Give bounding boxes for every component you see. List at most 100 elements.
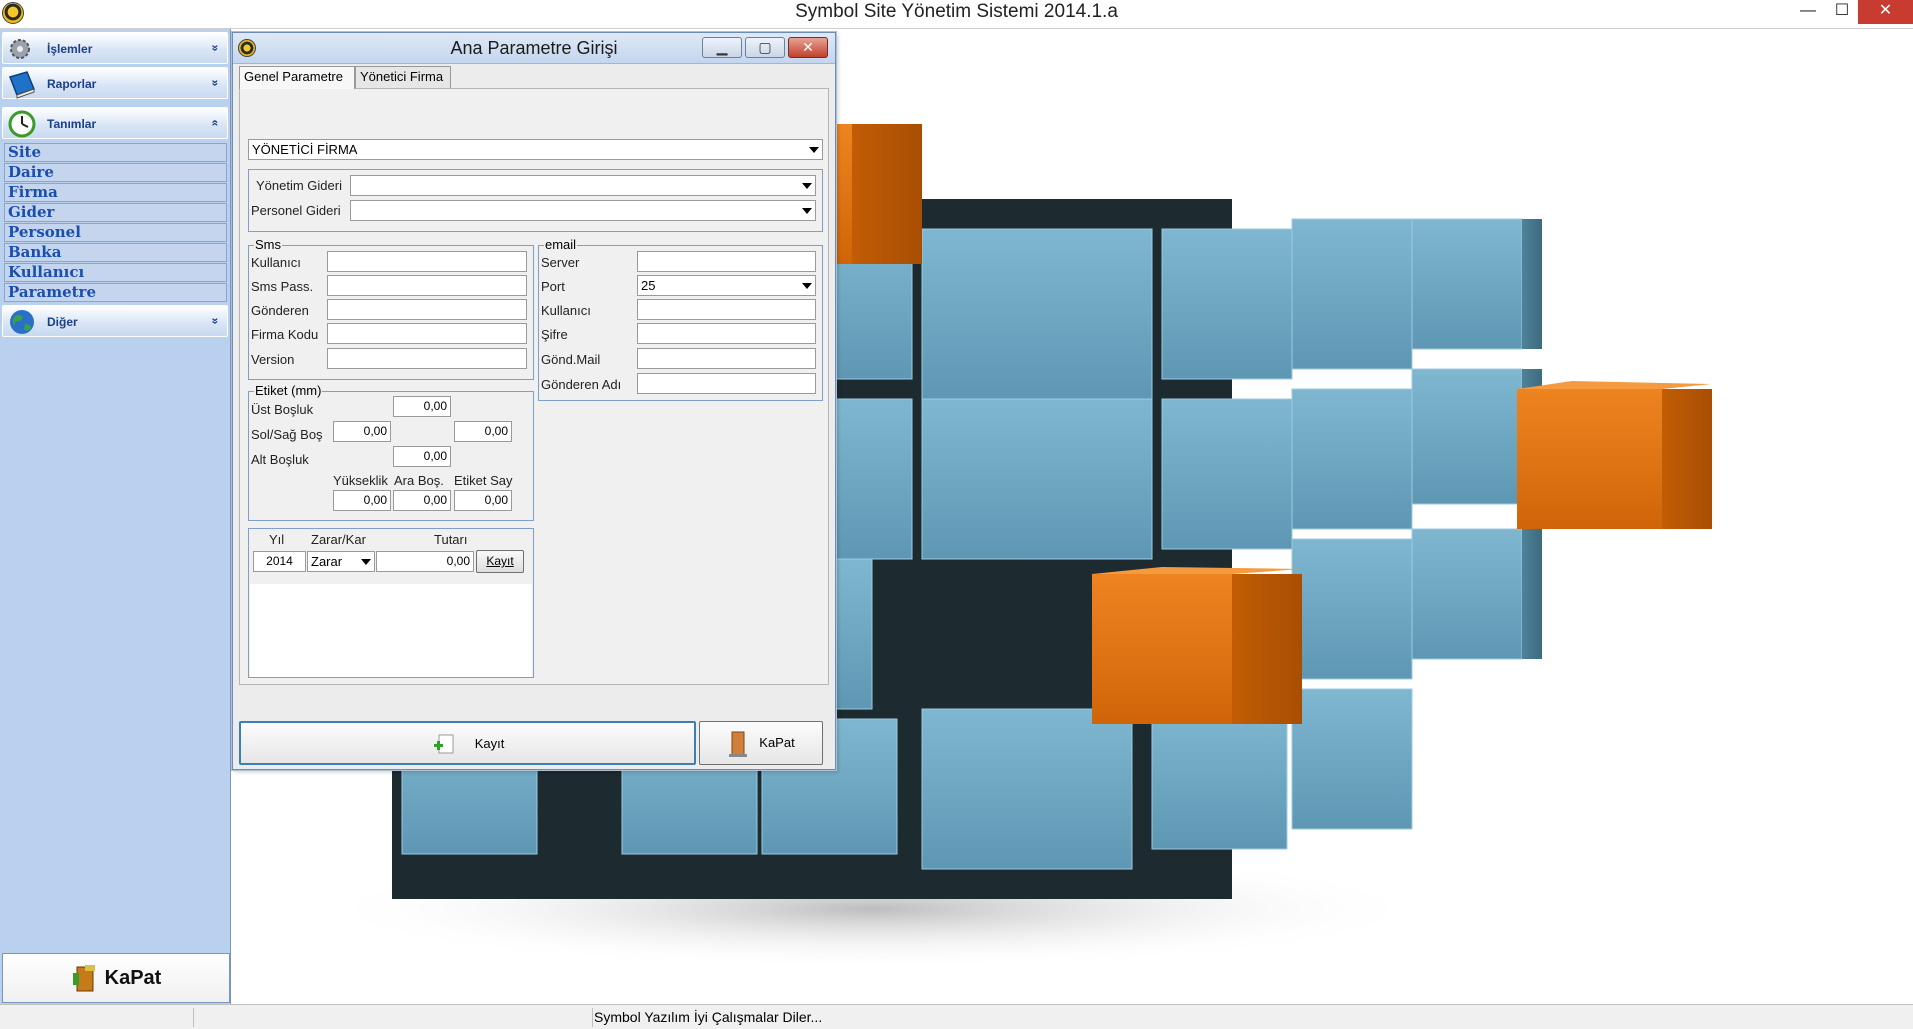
sms-group-title: Sms	[254, 237, 282, 252]
ust-bosluk-input[interactable]: 0,00	[393, 396, 451, 417]
personel-gideri-combo[interactable]	[350, 200, 816, 221]
firma-combo-value: YÖNETİCİ FİRMA	[252, 142, 358, 157]
sms-gonderen-input[interactable]	[327, 299, 527, 320]
email-server-label: Server	[541, 255, 580, 270]
yil-input[interactable]: 2014	[253, 551, 306, 572]
yil-label: Yıl	[269, 532, 285, 547]
maximize-button[interactable]: ☐	[1822, 0, 1862, 24]
zarar-kar-label: Zarar/Kar	[311, 532, 366, 547]
tab-page-genel: YÖNETİCİ FİRMA Yönetim Gideri Personel G…	[239, 88, 829, 685]
email-gonderen-adi-input[interactable]	[637, 373, 816, 394]
sidebar-item-gider[interactable]: Gider	[4, 203, 227, 222]
sidebar-group-label: Raporlar	[47, 77, 97, 91]
ust-bosluk-label: Üst Boşluk	[251, 402, 314, 417]
email-port-value: 25	[641, 278, 656, 293]
zarar-kar-combo[interactable]: Zarar	[307, 551, 375, 572]
sms-version-label: Version	[251, 352, 295, 367]
sms-group: Sms Kullanıcı Sms Pass. Gönderen Firma K…	[248, 238, 534, 380]
firma-combo[interactable]: YÖNETİCİ FİRMA	[248, 139, 823, 160]
chevron-down-icon: »	[208, 79, 223, 87]
status-divider	[592, 1008, 593, 1027]
chevron-down-icon: »	[208, 44, 223, 52]
sms-gonderen-label: Gönderen	[251, 303, 309, 318]
dropdown-arrow-icon	[802, 283, 812, 289]
sidebar-item-daire[interactable]: Daire	[4, 163, 227, 182]
email-kullanici-label: Kullanıcı	[541, 303, 591, 318]
etiket-say-input[interactable]: 0,00	[454, 490, 512, 511]
dialog-kapat-label: KaPat	[759, 735, 795, 750]
app-title-bar: Symbol Site Yönetim Sistemi 2014.1.a — ☐…	[0, 0, 1913, 29]
ara-bos-input[interactable]: 0,00	[393, 490, 451, 511]
sidebar-group-label: Diğer	[47, 315, 78, 329]
zarar-kayit-button[interactable]: Kayıt	[476, 550, 524, 573]
sidebar-item-kullanici[interactable]: Kullanıcı	[4, 263, 227, 282]
sidebar-item-site[interactable]: Site	[4, 143, 227, 162]
zarar-kar-list[interactable]	[250, 584, 532, 677]
ana-parametre-dialog: Ana Parametre Girişi ▁ ▢ ✕ Genel Paramet…	[232, 32, 836, 770]
sms-pass-input[interactable]	[327, 275, 527, 296]
sidebar-item-parametre[interactable]: Parametre	[4, 283, 227, 302]
yonetim-gideri-label: Yönetim Gideri	[256, 178, 342, 193]
sms-firma-kodu-input[interactable]	[327, 323, 527, 344]
sidebar-item-personel[interactable]: Personel	[4, 223, 227, 242]
status-message: Symbol Yazılım İyi Çalışmalar Diler...	[594, 1009, 823, 1025]
sidebar-item-firma[interactable]: Firma	[4, 183, 227, 202]
yonetim-gideri-combo[interactable]	[350, 175, 816, 196]
yukseklik-input[interactable]: 0,00	[333, 490, 391, 511]
sidebar-group-diger[interactable]: Diğer »	[2, 305, 228, 337]
sms-version-input[interactable]	[327, 348, 527, 369]
kapat-main-button[interactable]: KaPat	[2, 953, 230, 1003]
dropdown-arrow-icon	[802, 208, 812, 214]
zarar-kar-value: Zarar	[311, 554, 343, 569]
email-gond-mail-input[interactable]	[637, 348, 816, 369]
email-port-combo[interactable]: 25	[637, 275, 816, 296]
tab-genel-parametre[interactable]: Genel Parametre	[239, 66, 355, 89]
alt-bosluk-input[interactable]: 0,00	[393, 446, 451, 467]
email-gond-mail-label: Gönd.Mail	[541, 352, 601, 367]
dropdown-arrow-icon	[802, 183, 812, 189]
exit-door-icon	[72, 964, 95, 992]
add-document-icon	[433, 734, 454, 754]
sag-bosluk-input[interactable]: 0,00	[454, 421, 512, 442]
dialog-close-button[interactable]: ✕	[788, 37, 828, 58]
dialog-title-bar[interactable]: Ana Parametre Girişi ▁ ▢ ✕	[233, 33, 835, 64]
email-gonderen-adi-label: Gönderen Adı	[541, 377, 622, 392]
sidebar-group-label: İşlemler	[47, 42, 93, 56]
tutari-label: Tutarı	[434, 532, 468, 547]
email-server-input[interactable]	[637, 251, 816, 272]
save-button-label: Kayıt	[474, 736, 505, 751]
sidebar: İşlemler » Raporlar » Tanımlar « Site Da…	[0, 29, 231, 1004]
save-button[interactable]: Kayıt	[239, 721, 696, 765]
chevron-down-icon: »	[208, 317, 223, 325]
sol-sag-bos-label: Sol/Sağ Boş	[251, 427, 323, 442]
email-kullanici-input[interactable]	[637, 299, 816, 320]
dialog-maximize-button[interactable]: ▢	[745, 37, 785, 58]
email-sifre-input[interactable]	[637, 323, 816, 344]
clock-icon	[8, 110, 36, 138]
sidebar-group-tanimlar[interactable]: Tanımlar «	[2, 107, 228, 139]
gider-group: Yönetim Gideri Personel Gideri	[248, 169, 823, 232]
sidebar-item-banka[interactable]: Banka	[4, 243, 227, 262]
sms-kullanici-input[interactable]	[327, 251, 527, 272]
email-sifre-label: Şifre	[541, 327, 568, 342]
tutari-input[interactable]: 0,00	[376, 551, 474, 572]
sidebar-nav-list: Site Daire Firma Gider Personel Banka Ku…	[4, 143, 227, 303]
sms-kullanici-label: Kullanıcı	[251, 255, 301, 270]
dialog-kapat-button[interactable]: KaPat	[699, 721, 823, 765]
sidebar-group-islemler[interactable]: İşlemler »	[2, 32, 228, 64]
chevron-up-icon: «	[208, 119, 223, 127]
sol-bosluk-input[interactable]: 0,00	[333, 421, 391, 442]
ara-bos-label: Ara Boş.	[394, 473, 444, 488]
personel-gideri-label: Personel Gideri	[251, 203, 341, 218]
dropdown-arrow-icon	[361, 559, 371, 565]
sidebar-group-raporlar[interactable]: Raporlar »	[2, 67, 228, 99]
sidebar-group-label: Tanımlar	[47, 117, 97, 131]
tab-yonetici-firma[interactable]: Yönetici Firma	[355, 66, 451, 88]
gears-icon	[10, 39, 30, 59]
globe-icon	[10, 310, 34, 334]
app-title: Symbol Site Yönetim Sistemi 2014.1.a	[795, 1, 1118, 22]
dialog-minimize-button[interactable]: ▁	[702, 37, 742, 58]
book-icon	[9, 71, 35, 99]
close-window-button[interactable]: ✕	[1858, 0, 1913, 24]
email-group: email Server Port 25 Kullanıcı Şifre Gön…	[538, 238, 823, 401]
